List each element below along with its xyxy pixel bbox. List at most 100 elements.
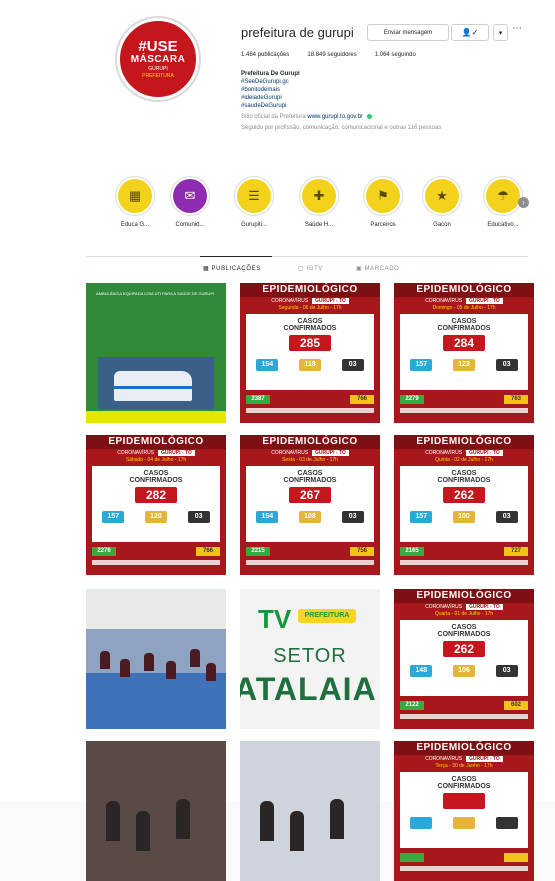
- highlight-label: Comunid...: [175, 222, 205, 228]
- epi-negative: 2279: [400, 395, 424, 404]
- chevron-right-icon[interactable]: ›: [518, 197, 529, 208]
- tab-tagged[interactable]: ▣ MARCADO: [356, 265, 399, 272]
- post-thumbnail[interactable]: EPIDEMIOLÓGICO CORONAVÍRUS GURUPI - TO Quar…: [394, 589, 534, 729]
- epi-pending: 756: [350, 547, 374, 556]
- epi-pending: [504, 853, 528, 862]
- epi-casos: CASOS CONFIRMADOS: [437, 624, 491, 638]
- post-thumbnail[interactable]: EPIDEMIOLÓGICO CORONAVÍRUS GURUPI - TO Segu…: [240, 283, 380, 423]
- epi-subtitle: CORONAVÍRUS: [425, 450, 463, 456]
- bio-hashtag[interactable]: #saudeDeGurupi: [241, 102, 531, 110]
- post-thumbnail[interactable]: EPIDEMIOLÓGICO CORONAVÍRUS GURUPI - TO Sába…: [86, 435, 226, 575]
- highlight-item[interactable]: ★ Gacon: [419, 176, 465, 228]
- bio-name: Prefeitura De Gurupi: [241, 71, 300, 77]
- bio-link-prefix: Sitio oficial da Prefeitura: [241, 114, 306, 120]
- epi-total: 267: [289, 487, 331, 503]
- post-thumbnail[interactable]: EPIDEMIOLÓGICO CORONAVÍRUS GURUPI - TO Sext…: [240, 435, 380, 575]
- profile-username: prefeitura de gurupi: [241, 25, 354, 40]
- ellipsis-icon[interactable]: ⋯: [512, 23, 522, 34]
- person-figure: [136, 811, 150, 851]
- highlight-item[interactable]: ✚ Saúde H...: [296, 176, 342, 228]
- person-figure: [166, 661, 176, 679]
- post-thumbnail[interactable]: AMBULÂNCIA EQUIPADA COM UTI PARA A SAÚDE…: [86, 283, 226, 423]
- epi-total: 262: [443, 487, 485, 503]
- highlight-item[interactable]: ✉ Comunid...: [167, 176, 213, 228]
- umbrella-icon: ☂: [486, 179, 520, 213]
- epi-card: CASOS CONFIRMADOS 282 157 120 03: [92, 466, 220, 542]
- tv-logo: TV PREFEITURA: [258, 603, 358, 637]
- tabs-divider: [86, 256, 528, 257]
- bio-hashtag[interactable]: #SeeDeGurupi.gc: [241, 78, 531, 86]
- person-figure: [106, 801, 120, 841]
- epi-negative: 2276: [92, 547, 116, 556]
- epi-footer: [400, 560, 528, 565]
- epi-subtitle: CORONAVÍRUS: [117, 450, 155, 456]
- highlight-label: Educativo...: [487, 222, 519, 228]
- chevron-down-icon: ▾: [498, 29, 503, 37]
- bio-hashtag[interactable]: #ideiadeGurupi: [241, 94, 531, 102]
- epi-negative: 2387: [246, 395, 270, 404]
- post-caption: AMBULÂNCIA EQUIPADA COM UTI PARA A SAÚDE…: [96, 291, 215, 296]
- post-thumbnail[interactable]: [86, 741, 226, 881]
- epi-footer: [400, 866, 528, 871]
- epi-total: 285: [289, 335, 331, 351]
- person-figure: [206, 663, 216, 681]
- epi-city: GURUPI - TO: [312, 298, 349, 304]
- avatar-line2: MÁSCARA: [130, 53, 186, 65]
- highlight-item[interactable]: ☰ Gurupiti...: [231, 176, 277, 228]
- setor-text: SETOR: [273, 645, 347, 667]
- epi-card: CASOS CONFIRMADOS 267 154 108 03: [246, 466, 374, 542]
- star-icon: ★: [425, 179, 459, 213]
- epi-banner: EPIDEMIOLÓGICO: [394, 435, 534, 449]
- epi-pending: 766: [196, 547, 220, 556]
- post-thumbnail[interactable]: [86, 589, 226, 729]
- person-figure: [190, 649, 200, 667]
- post-thumbnail[interactable]: EPIDEMIOLÓGICO CORONAVÍRUS GURUPI - TO Domi…: [394, 283, 534, 423]
- epi-footer: [400, 408, 528, 413]
- epi-card: CASOS CONFIRMADOS 262 157 100 03: [400, 466, 528, 542]
- tab-igtv[interactable]: ▢ IGTV: [298, 265, 323, 272]
- instagram-profile-page: #USE MÁSCARA GURUPI PREFEITURA prefeitur…: [0, 0, 555, 881]
- bio-hashtag[interactable]: #bonitodemais: [241, 86, 531, 94]
- avatar-line1: #USE: [138, 37, 178, 55]
- followed-by-text[interactable]: Seguido por profissão, comunicação, comu…: [241, 124, 531, 132]
- post-thumbnail[interactable]: TV PREFEITURA SETOR ATALAIA: [240, 589, 380, 729]
- post-thumbnail[interactable]: [240, 741, 380, 881]
- epi-negative: 2215: [246, 547, 270, 556]
- epi-total: 284: [443, 335, 485, 351]
- photo-floor: [86, 673, 226, 729]
- post-thumbnail[interactable]: EPIDEMIOLÓGICO CORONAVÍRUS GURUPI - TO Terç…: [394, 741, 534, 881]
- photo-wall: [86, 589, 226, 629]
- following-count[interactable]: 1.064 seguindo: [375, 52, 416, 58]
- epi-recovered: 148: [410, 665, 433, 677]
- epi-deaths: [495, 817, 518, 829]
- tab-tagged-label: MARCADO: [364, 266, 400, 272]
- person-figure: [176, 799, 190, 839]
- grid-icon: ▦: [203, 266, 212, 272]
- epi-card: CASOS CONFIRMADOS: [400, 772, 528, 848]
- tab-posts[interactable]: ▦ PUBLICAÇÕES: [203, 265, 261, 272]
- following-button[interactable]: 👤✓: [451, 24, 489, 41]
- highlight-item[interactable]: ▦ Educa G...: [112, 176, 158, 228]
- plus-circle-icon: ✚: [302, 179, 336, 213]
- epi-recovered: 154: [256, 511, 279, 523]
- bio-website-link[interactable]: www.gurupi.to.gov.br: [307, 114, 363, 120]
- person-check-icon: 👤✓: [461, 28, 479, 37]
- epi-subtitle: CORONAVÍRUS: [425, 604, 463, 610]
- epi-deaths: 03: [495, 359, 518, 371]
- epi-deaths: 03: [495, 665, 518, 677]
- profile-avatar[interactable]: #USE MÁSCARA GURUPI PREFEITURA: [117, 18, 199, 100]
- followers-count[interactable]: 18.849 seguidores: [307, 52, 356, 58]
- epi-date: Quinta - 02 de Julho - 17h: [435, 457, 493, 463]
- epi-date: Domingo - 05 de Julho - 17h: [432, 305, 496, 311]
- epi-footer: [246, 408, 374, 413]
- epi-active: [452, 817, 475, 829]
- epi-active: 108: [298, 511, 321, 523]
- post-thumbnail[interactable]: EPIDEMIOLÓGICO CORONAVÍRUS GURUPI - TO Quin…: [394, 435, 534, 575]
- epi-deaths: 03: [341, 359, 364, 371]
- epi-deaths: 03: [341, 511, 364, 523]
- epi-recovered: 154: [256, 359, 279, 371]
- suggestions-button[interactable]: ▾: [493, 24, 508, 41]
- message-button[interactable]: Enviar mensagem: [367, 24, 449, 41]
- highlight-item[interactable]: ⚑ Parceiros: [360, 176, 406, 228]
- tab-posts-label: PUBLICAÇÕES: [211, 266, 261, 272]
